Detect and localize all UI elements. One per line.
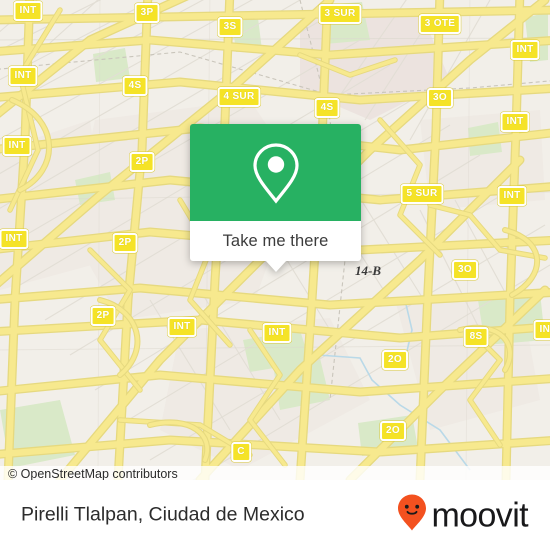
- footer-bar: Pirelli Tlalpan, Ciudad de Mexico moovit: [0, 480, 550, 550]
- attribution-text[interactable]: © OpenStreetMap contributors: [8, 466, 178, 480]
- road-shield: 3O: [452, 260, 478, 280]
- road-shield: 3O: [427, 88, 453, 108]
- road-shield: INT: [0, 229, 29, 249]
- road-shield: INT: [262, 323, 292, 343]
- road-shield: 8S: [463, 327, 489, 347]
- road-shield: INT: [497, 186, 527, 206]
- road-shield: 2O: [382, 350, 408, 370]
- road-shield: 2P: [112, 233, 138, 253]
- road-shield: 3 OTE: [418, 14, 462, 34]
- road-shield: 5 SUR: [400, 184, 444, 204]
- road-shield: C: [231, 442, 251, 462]
- callout-green-panel: [190, 124, 361, 221]
- map-street-label: 14-B: [355, 263, 381, 278]
- road-shield: 2P: [129, 152, 155, 172]
- map-attribution: © OpenStreetMap contributors: [0, 466, 550, 480]
- road-shield: INT: [533, 320, 550, 340]
- road-shield: 3 SUR: [318, 4, 362, 24]
- road-shield: 2O: [380, 421, 406, 441]
- moovit-smiley-pin-icon: [397, 494, 427, 537]
- road-shield: INT: [2, 136, 32, 156]
- place-title: Pirelli Tlalpan, Ciudad de Mexico: [21, 503, 305, 526]
- road-shield: 4 SUR: [217, 87, 261, 107]
- road-shield: 4S: [314, 98, 340, 118]
- road-shield: INT: [500, 112, 530, 132]
- moovit-wordmark: moovit: [431, 496, 528, 534]
- road-shield: 2P: [90, 306, 116, 326]
- map-canvas[interactable]: .rd { stroke:#f7e98e; fill:none; stroke-…: [0, 0, 550, 480]
- road-shield: INT: [167, 317, 197, 337]
- take-me-there-label[interactable]: Take me there: [223, 232, 329, 251]
- road-shield: 3P: [134, 3, 160, 23]
- destination-callout[interactable]: Take me there: [190, 124, 361, 272]
- callout-action-panel[interactable]: Take me there: [190, 221, 361, 272]
- map-screenshot: .rd { stroke:#f7e98e; fill:none; stroke-…: [0, 0, 550, 550]
- location-pin-icon: [249, 140, 303, 206]
- road-shield: 3S: [217, 17, 243, 37]
- moovit-logo[interactable]: moovit: [397, 494, 529, 537]
- road-shield: INT: [510, 40, 540, 60]
- road-shield: 4S: [122, 76, 148, 96]
- road-shield: INT: [13, 1, 43, 21]
- callout-tail: [264, 260, 287, 272]
- road-shield: INT: [8, 66, 38, 86]
